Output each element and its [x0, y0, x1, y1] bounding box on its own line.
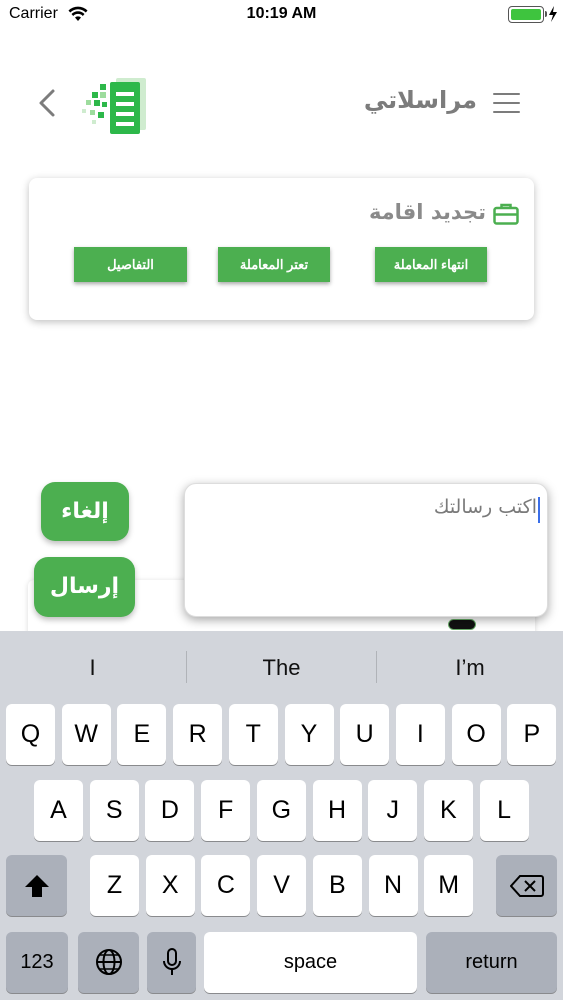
globe-key[interactable]	[78, 932, 139, 993]
end-transaction-button[interactable]: انتهاء المعاملة	[375, 247, 487, 282]
transaction-card: تجديد اقامة انتهاء المعاملة تعتر المعامل…	[29, 178, 534, 320]
send-button[interactable]: إرسال	[34, 557, 135, 617]
key-y[interactable]: Y	[284, 704, 334, 765]
key-w[interactable]: W	[61, 704, 111, 765]
suggestion-1[interactable]: I	[0, 631, 185, 701]
transaction-title: تجديد اقامة	[368, 200, 486, 224]
status-badge	[448, 619, 476, 630]
message-placeholder: اكتب رسالتك	[433, 496, 537, 518]
key-f[interactable]: F	[201, 780, 251, 841]
key-o[interactable]: O	[451, 704, 501, 765]
clock: 10:19 AM	[246, 5, 317, 22]
hamburger-menu-icon[interactable]	[493, 93, 520, 115]
key-x[interactable]: X	[145, 855, 195, 916]
key-i[interactable]: I	[395, 704, 445, 765]
key-b[interactable]: B	[312, 855, 362, 916]
app-logo-icon	[82, 78, 146, 134]
stalled-transaction-button[interactable]: تعتر المعاملة	[218, 247, 330, 282]
key-m[interactable]: M	[424, 855, 474, 916]
cancel-button[interactable]: إلغاء	[41, 482, 129, 541]
status-bar: Carrier 10:19 AM	[0, 0, 563, 30]
suggestion-bar: I The I’m	[0, 631, 563, 701]
key-u[interactable]: U	[340, 704, 390, 765]
keyboard: I The I’m 123 space return Q W E R T Y U…	[0, 631, 563, 1000]
message-input[interactable]: اكتب رسالتك	[184, 483, 548, 617]
key-p[interactable]: P	[507, 704, 557, 765]
globe-icon	[95, 949, 122, 975]
key-a[interactable]: A	[34, 780, 83, 841]
key-l[interactable]: L	[479, 780, 529, 841]
battery-icon	[508, 6, 544, 23]
delete-icon	[509, 875, 544, 897]
back-chevron-icon[interactable]	[36, 88, 58, 118]
backspace-key[interactable]	[496, 855, 557, 916]
key-s[interactable]: S	[89, 780, 139, 841]
key-n[interactable]: N	[368, 855, 418, 916]
key-q[interactable]: Q	[6, 704, 55, 765]
shift-key[interactable]	[6, 855, 67, 916]
key-e[interactable]: E	[117, 704, 167, 765]
numbers-key[interactable]: 123	[6, 932, 68, 993]
text-caret	[538, 497, 540, 523]
key-k[interactable]: K	[423, 780, 473, 841]
suggestion-2[interactable]: The	[187, 631, 376, 701]
key-z[interactable]: Z	[90, 855, 139, 916]
key-g[interactable]: G	[256, 780, 306, 841]
return-key[interactable]: return	[426, 932, 557, 993]
key-r[interactable]: R	[173, 704, 223, 765]
key-d[interactable]: D	[145, 780, 195, 841]
key-c[interactable]: C	[201, 855, 251, 916]
space-key[interactable]: space	[204, 932, 417, 993]
key-j[interactable]: J	[368, 780, 418, 841]
key-h[interactable]: H	[312, 780, 362, 841]
dictation-key[interactable]	[147, 932, 196, 993]
microphone-icon	[162, 948, 181, 975]
key-t[interactable]: T	[228, 704, 278, 765]
key-v[interactable]: V	[257, 855, 307, 916]
briefcase-icon	[493, 203, 519, 225]
app-header: مراسلاتي	[0, 60, 563, 150]
suggestion-3[interactable]: I’m	[377, 631, 563, 701]
charging-icon	[549, 6, 557, 22]
page-title: مراسلاتي	[363, 86, 477, 114]
details-button[interactable]: التفاصيل	[74, 247, 187, 282]
shift-arrow-icon	[24, 875, 49, 897]
